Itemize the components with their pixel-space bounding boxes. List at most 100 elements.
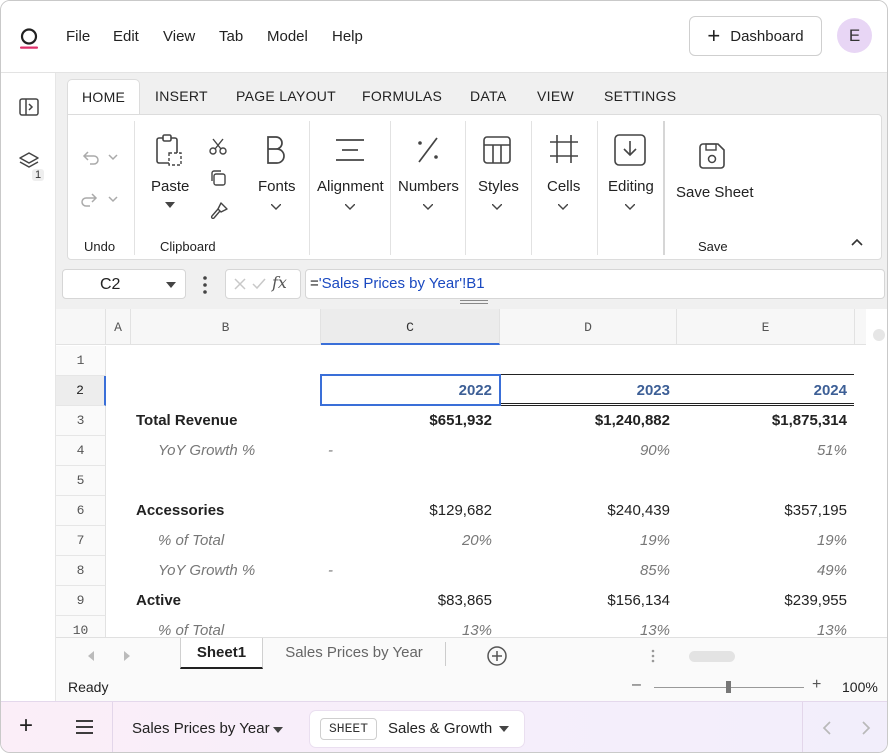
alignment-button-label[interactable]: Alignment	[317, 178, 384, 195]
hamburger-menu-icon[interactable]	[76, 720, 93, 734]
tab-page-layout[interactable]: PAGE LAYOUT	[236, 79, 336, 115]
formula-input[interactable]: ='Sales Prices by Year'!B1	[305, 269, 885, 299]
editing-button-label[interactable]: Editing	[608, 178, 654, 195]
menu-help[interactable]: Help	[332, 28, 363, 45]
new-item-icon[interactable]: +	[19, 712, 33, 740]
cell-d[interactable]: 19%	[500, 526, 670, 556]
cut-icon[interactable]	[209, 137, 227, 155]
numbers-dropdown-icon[interactable]	[423, 204, 433, 210]
paste-dropdown-icon[interactable]	[165, 202, 175, 208]
cell-label[interactable]: % of Total	[158, 616, 338, 637]
sheet-dropdown-icon[interactable]	[499, 726, 509, 732]
cell-d[interactable]: 13%	[500, 616, 670, 637]
cell-label[interactable]: YoY Growth %	[158, 436, 338, 466]
row-header[interactable]: 8	[56, 556, 106, 586]
cell-c[interactable]: 20%	[321, 526, 492, 556]
alignment-icon[interactable]	[334, 137, 366, 163]
zoom-in-button[interactable]: +	[812, 676, 821, 694]
cells-button-label[interactable]: Cells	[547, 178, 580, 195]
column-header-f[interactable]	[855, 309, 866, 345]
document-name[interactable]: Sales Prices by Year	[132, 720, 270, 737]
cell-d[interactable]: 2023	[500, 376, 670, 406]
cell-label[interactable]: Total Revenue	[136, 406, 316, 436]
function-icon[interactable]: 𝑓x	[272, 273, 287, 292]
tab-home[interactable]: HOME	[67, 79, 141, 115]
add-sheet-icon[interactable]	[486, 645, 508, 667]
cell-c[interactable]	[321, 556, 492, 586]
redo-icon[interactable]	[80, 191, 120, 207]
cell-label[interactable]	[136, 466, 316, 496]
name-box-dropdown-icon[interactable]	[166, 282, 176, 288]
styles-dropdown-icon[interactable]	[492, 204, 502, 210]
paste-icon[interactable]	[154, 133, 184, 167]
alignment-dropdown-icon[interactable]	[345, 204, 355, 210]
fonts-button-label[interactable]: Fonts	[258, 178, 296, 195]
editing-icon[interactable]	[613, 133, 647, 167]
cell-label[interactable]: Active	[136, 586, 316, 616]
row-header[interactable]: 9	[56, 586, 106, 616]
row-header[interactable]: 6	[56, 496, 106, 526]
cell-d[interactable]: $1,240,882	[500, 406, 670, 436]
row-header[interactable]: 1	[56, 346, 106, 376]
tab-view[interactable]: VIEW	[537, 79, 574, 115]
menu-view[interactable]: View	[163, 28, 195, 45]
row-header[interactable]: 4	[56, 436, 106, 466]
column-header-c[interactable]: C	[321, 309, 500, 345]
spreadsheet-grid[interactable]: A B C D E 1 2 2022 2023 2024 3 Total Revenue $6…	[56, 309, 866, 637]
cell-c[interactable]	[321, 436, 492, 466]
row-header[interactable]: 3	[56, 406, 106, 436]
avatar[interactable]: E	[837, 18, 872, 53]
cell-d[interactable]: $240,439	[500, 496, 670, 526]
styles-icon[interactable]	[482, 135, 512, 165]
save-icon[interactable]	[697, 141, 727, 171]
cell-c[interactable]: $651,932	[321, 406, 492, 436]
dashboard-button[interactable]: + Dashboard	[689, 16, 822, 56]
cell-label[interactable]: Accessories	[136, 496, 316, 526]
undo-icon[interactable]	[80, 149, 120, 165]
cell-c[interactable]	[321, 346, 492, 376]
paste-button-label[interactable]: Paste	[151, 178, 189, 195]
cell-label[interactable]	[136, 376, 316, 406]
numbers-icon[interactable]	[413, 135, 443, 165]
cell-e[interactable]: 13%	[677, 616, 847, 637]
zoom-out-button[interactable]: –	[632, 676, 641, 694]
row-header[interactable]: 2	[56, 376, 106, 406]
resize-grip-icon[interactable]	[459, 299, 489, 305]
selected-cell-c2[interactable]	[320, 374, 501, 406]
cell-e[interactable]: 51%	[677, 436, 847, 466]
cell-e[interactable]: 19%	[677, 526, 847, 556]
menu-edit[interactable]: Edit	[113, 28, 139, 45]
fonts-dropdown-icon[interactable]	[271, 204, 281, 210]
cell-e[interactable]: $1,875,314	[677, 406, 847, 436]
editing-dropdown-icon[interactable]	[625, 204, 635, 210]
cell-e[interactable]: 2024	[677, 376, 847, 406]
more-vertical-icon[interactable]	[203, 276, 207, 294]
select-all-corner[interactable]	[56, 309, 106, 345]
tab-formulas[interactable]: FORMULAS	[362, 79, 442, 115]
document-dropdown-icon[interactable]	[273, 727, 283, 733]
tab-settings[interactable]: SETTINGS	[604, 79, 676, 115]
column-header-a[interactable]: A	[106, 309, 131, 345]
confirm-icon[interactable]	[252, 278, 266, 290]
cell-c[interactable]	[321, 466, 492, 496]
cell-label[interactable]	[136, 346, 316, 376]
sheet-tab-sales-prices[interactable]: Sales Prices by Year	[263, 638, 445, 669]
previous-arrow-icon[interactable]	[822, 721, 832, 735]
horizontal-scrollbar[interactable]	[689, 651, 735, 662]
cell-e[interactable]: $357,195	[677, 496, 847, 526]
row-header[interactable]: 10	[56, 616, 106, 637]
scroll-handle[interactable]	[873, 329, 885, 341]
menu-model[interactable]: Model	[267, 28, 308, 45]
scroll-tabs-right-icon[interactable]	[123, 651, 131, 661]
cell-label[interactable]: % of Total	[158, 526, 338, 556]
cell-e[interactable]	[677, 346, 847, 376]
next-arrow-icon[interactable]	[861, 721, 871, 735]
copy-icon[interactable]	[209, 169, 227, 187]
menu-tab[interactable]: Tab	[219, 28, 243, 45]
cell-e[interactable]: 49%	[677, 556, 847, 586]
column-header-e[interactable]: E	[677, 309, 855, 345]
cell-label[interactable]: YoY Growth %	[158, 556, 338, 586]
tab-insert[interactable]: INSERT	[155, 79, 208, 115]
cell-c[interactable]: $83,865	[321, 586, 492, 616]
styles-button-label[interactable]: Styles	[478, 178, 519, 195]
